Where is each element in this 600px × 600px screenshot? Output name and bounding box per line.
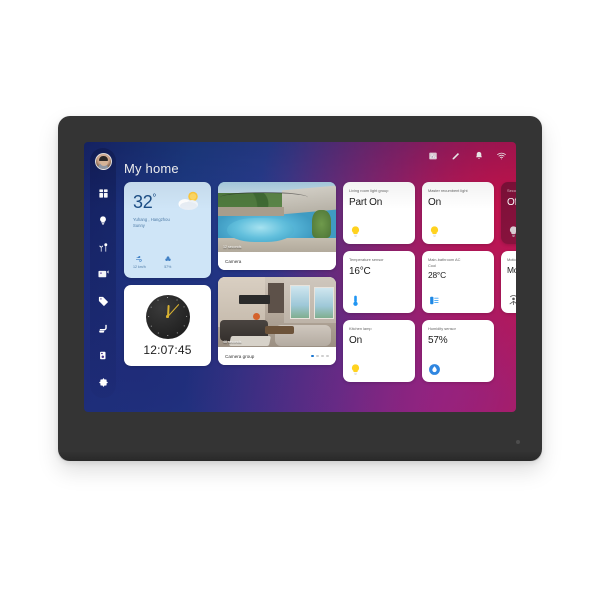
sidebar-nav <box>92 182 114 398</box>
tile-subtitle: Cool <box>428 262 437 268</box>
smart-home-screen: My home 32° Yuhang , Hangzhou Sunny 12 k… <box>84 142 516 412</box>
device-column-2: Master recumbent light On Main-bathroom … <box>422 182 494 382</box>
bulb-on-icon <box>349 363 362 376</box>
sidebar-item-lights[interactable] <box>92 209 114 231</box>
droplet-icon <box>428 363 441 376</box>
humidity-stat: 57% <box>164 255 172 269</box>
tile-humidity-sensor[interactable]: Humidity sensor 57% <box>422 320 494 382</box>
dashboard-grid: 32° Yuhang , Hangzhou Sunny 12 km/h 57% … <box>124 182 516 382</box>
column-devices: Living room light group Part On Temperat… <box>343 182 516 382</box>
clock-center-pin <box>166 315 169 318</box>
tile-main-bathroom-ac[interactable]: Main-bathroom AC Cool 28°C <box>422 251 494 313</box>
sidebar-item-plants[interactable] <box>92 236 114 258</box>
tile-title: Motion sensor <box>507 257 516 262</box>
wifi-icon[interactable] <box>496 150 507 161</box>
tile-value: 28°C <box>428 270 446 281</box>
sidebar-item-scenes[interactable] <box>92 263 114 285</box>
tile-value: Part On <box>349 196 383 208</box>
device-column-3: Second bedroom ceiling light Off <box>501 182 516 382</box>
column-left: 32° Yuhang , Hangzhou Sunny 12 km/h 57% … <box>124 182 211 382</box>
camera-name: Camera <box>225 258 242 264</box>
clock-card[interactable]: 12:07:45 <box>124 285 211 366</box>
sidebar-item-tags[interactable] <box>92 290 114 312</box>
tile-title: Kitchen lamp <box>349 326 372 331</box>
tile-value: 57% <box>428 334 448 346</box>
camera-label-bar: Camera <box>218 252 336 270</box>
device-column-1: Living room light group Part On Temperat… <box>343 182 415 382</box>
lightbulb-icon <box>98 215 108 226</box>
camera-group-card[interactable]: 48 seconds Camera group <box>218 277 336 365</box>
column-cameras: 12 seconds Camera 48 seconds Camera grou… <box>218 182 336 382</box>
bulb-off-icon <box>507 225 516 238</box>
tile-value: On <box>349 334 362 346</box>
touchscreen-monitor: My home 32° Yuhang , Hangzhou Sunny 12 k… <box>58 116 542 461</box>
weather-location-block: Yuhang , Hangzhou Sunny <box>133 217 202 230</box>
camera-live-view[interactable]: 12 seconds <box>218 182 336 252</box>
grid-icon <box>98 188 109 199</box>
tile-title: Humidity sensor <box>428 326 456 331</box>
appliance-icon <box>98 350 108 361</box>
sun-cloud-icon <box>174 189 204 213</box>
camera-timestamp: 12 seconds <box>223 245 242 249</box>
screenshot-icon[interactable] <box>427 150 438 161</box>
camera-group-label-bar: Camera group <box>218 347 336 365</box>
pagination-dot-2[interactable] <box>316 354 319 358</box>
tile-kitchen-lamp[interactable]: Kitchen lamp On <box>343 320 415 382</box>
tile-title: Temperature sensor <box>349 257 384 262</box>
pagination-dot-4[interactable] <box>326 354 329 358</box>
tile-title: Second bedroom ceiling light <box>507 188 516 193</box>
tile-second-bedroom-ceiling-light[interactable]: Second bedroom ceiling light Off <box>501 182 516 244</box>
wind-value: 12 km/h <box>133 265 146 269</box>
weather-stats: 12 km/h 57% <box>133 255 172 269</box>
sidebar-item-settings[interactable] <box>92 371 114 393</box>
bulb-on-icon <box>349 225 362 238</box>
tile-title: Master recumbent light <box>428 188 468 193</box>
vacuum-icon <box>98 323 109 334</box>
pagination-dot-3[interactable] <box>321 354 324 358</box>
weather-condition: Sunny <box>133 223 145 229</box>
camera-card[interactable]: 12 seconds Camera <box>218 182 336 270</box>
edit-pencil-icon[interactable] <box>450 150 461 161</box>
sidebar-item-cleaning[interactable] <box>92 317 114 339</box>
pagination-dot-1[interactable] <box>311 354 314 358</box>
power-led-indicator <box>516 440 520 444</box>
sidebar-item-dashboard[interactable] <box>92 182 114 204</box>
tile-master-recumbent-light[interactable]: Master recumbent light On <box>422 182 494 244</box>
analog-clock <box>145 294 190 339</box>
camera-group-live-view[interactable]: 48 seconds <box>218 277 336 347</box>
tile-value: On <box>428 196 441 208</box>
tile-value: Motion Detected <box>507 264 516 275</box>
humidity-value: 57% <box>164 265 172 269</box>
notifications-bell-icon[interactable] <box>473 150 484 161</box>
ac-icon <box>428 294 441 307</box>
tile-value: Off <box>507 196 516 208</box>
tag-icon <box>98 296 109 307</box>
gear-icon <box>98 377 109 388</box>
tile-motion-sensor[interactable]: Motion sensor Motion Detected <box>501 251 516 313</box>
sidebar <box>90 148 116 398</box>
status-icon-bar <box>427 150 507 161</box>
thermometer-icon <box>349 294 362 307</box>
camera-pagination-dots[interactable] <box>311 354 329 358</box>
camera-group-name: Camera group <box>225 353 255 359</box>
sidebar-item-appliances[interactable] <box>92 344 114 366</box>
weather-card[interactable]: 32° Yuhang , Hangzhou Sunny 12 km/h 57% <box>124 182 211 278</box>
avatar-hair <box>98 156 109 161</box>
bulb-on-icon <box>428 225 441 238</box>
tile-living-room-light-group[interactable]: Living room light group Part On <box>343 182 415 244</box>
user-avatar[interactable] <box>94 153 112 170</box>
screenshot-canvas: My home 32° Yuhang , Hangzhou Sunny 12 k… <box>0 0 600 600</box>
tile-value: 16°C <box>349 265 371 277</box>
digital-time: 12:07:45 <box>143 342 192 357</box>
photo-scene-icon <box>97 269 109 280</box>
tile-title: Living room light group <box>349 188 389 193</box>
tile-temperature-sensor[interactable]: Temperature sensor 16°C <box>343 251 415 313</box>
plants-icon <box>98 242 109 253</box>
camera-group-timestamp: 48 seconds <box>223 340 242 344</box>
page-title: My home <box>124 161 179 176</box>
wind-stat: 12 km/h <box>133 255 146 269</box>
motion-icon <box>507 294 516 307</box>
